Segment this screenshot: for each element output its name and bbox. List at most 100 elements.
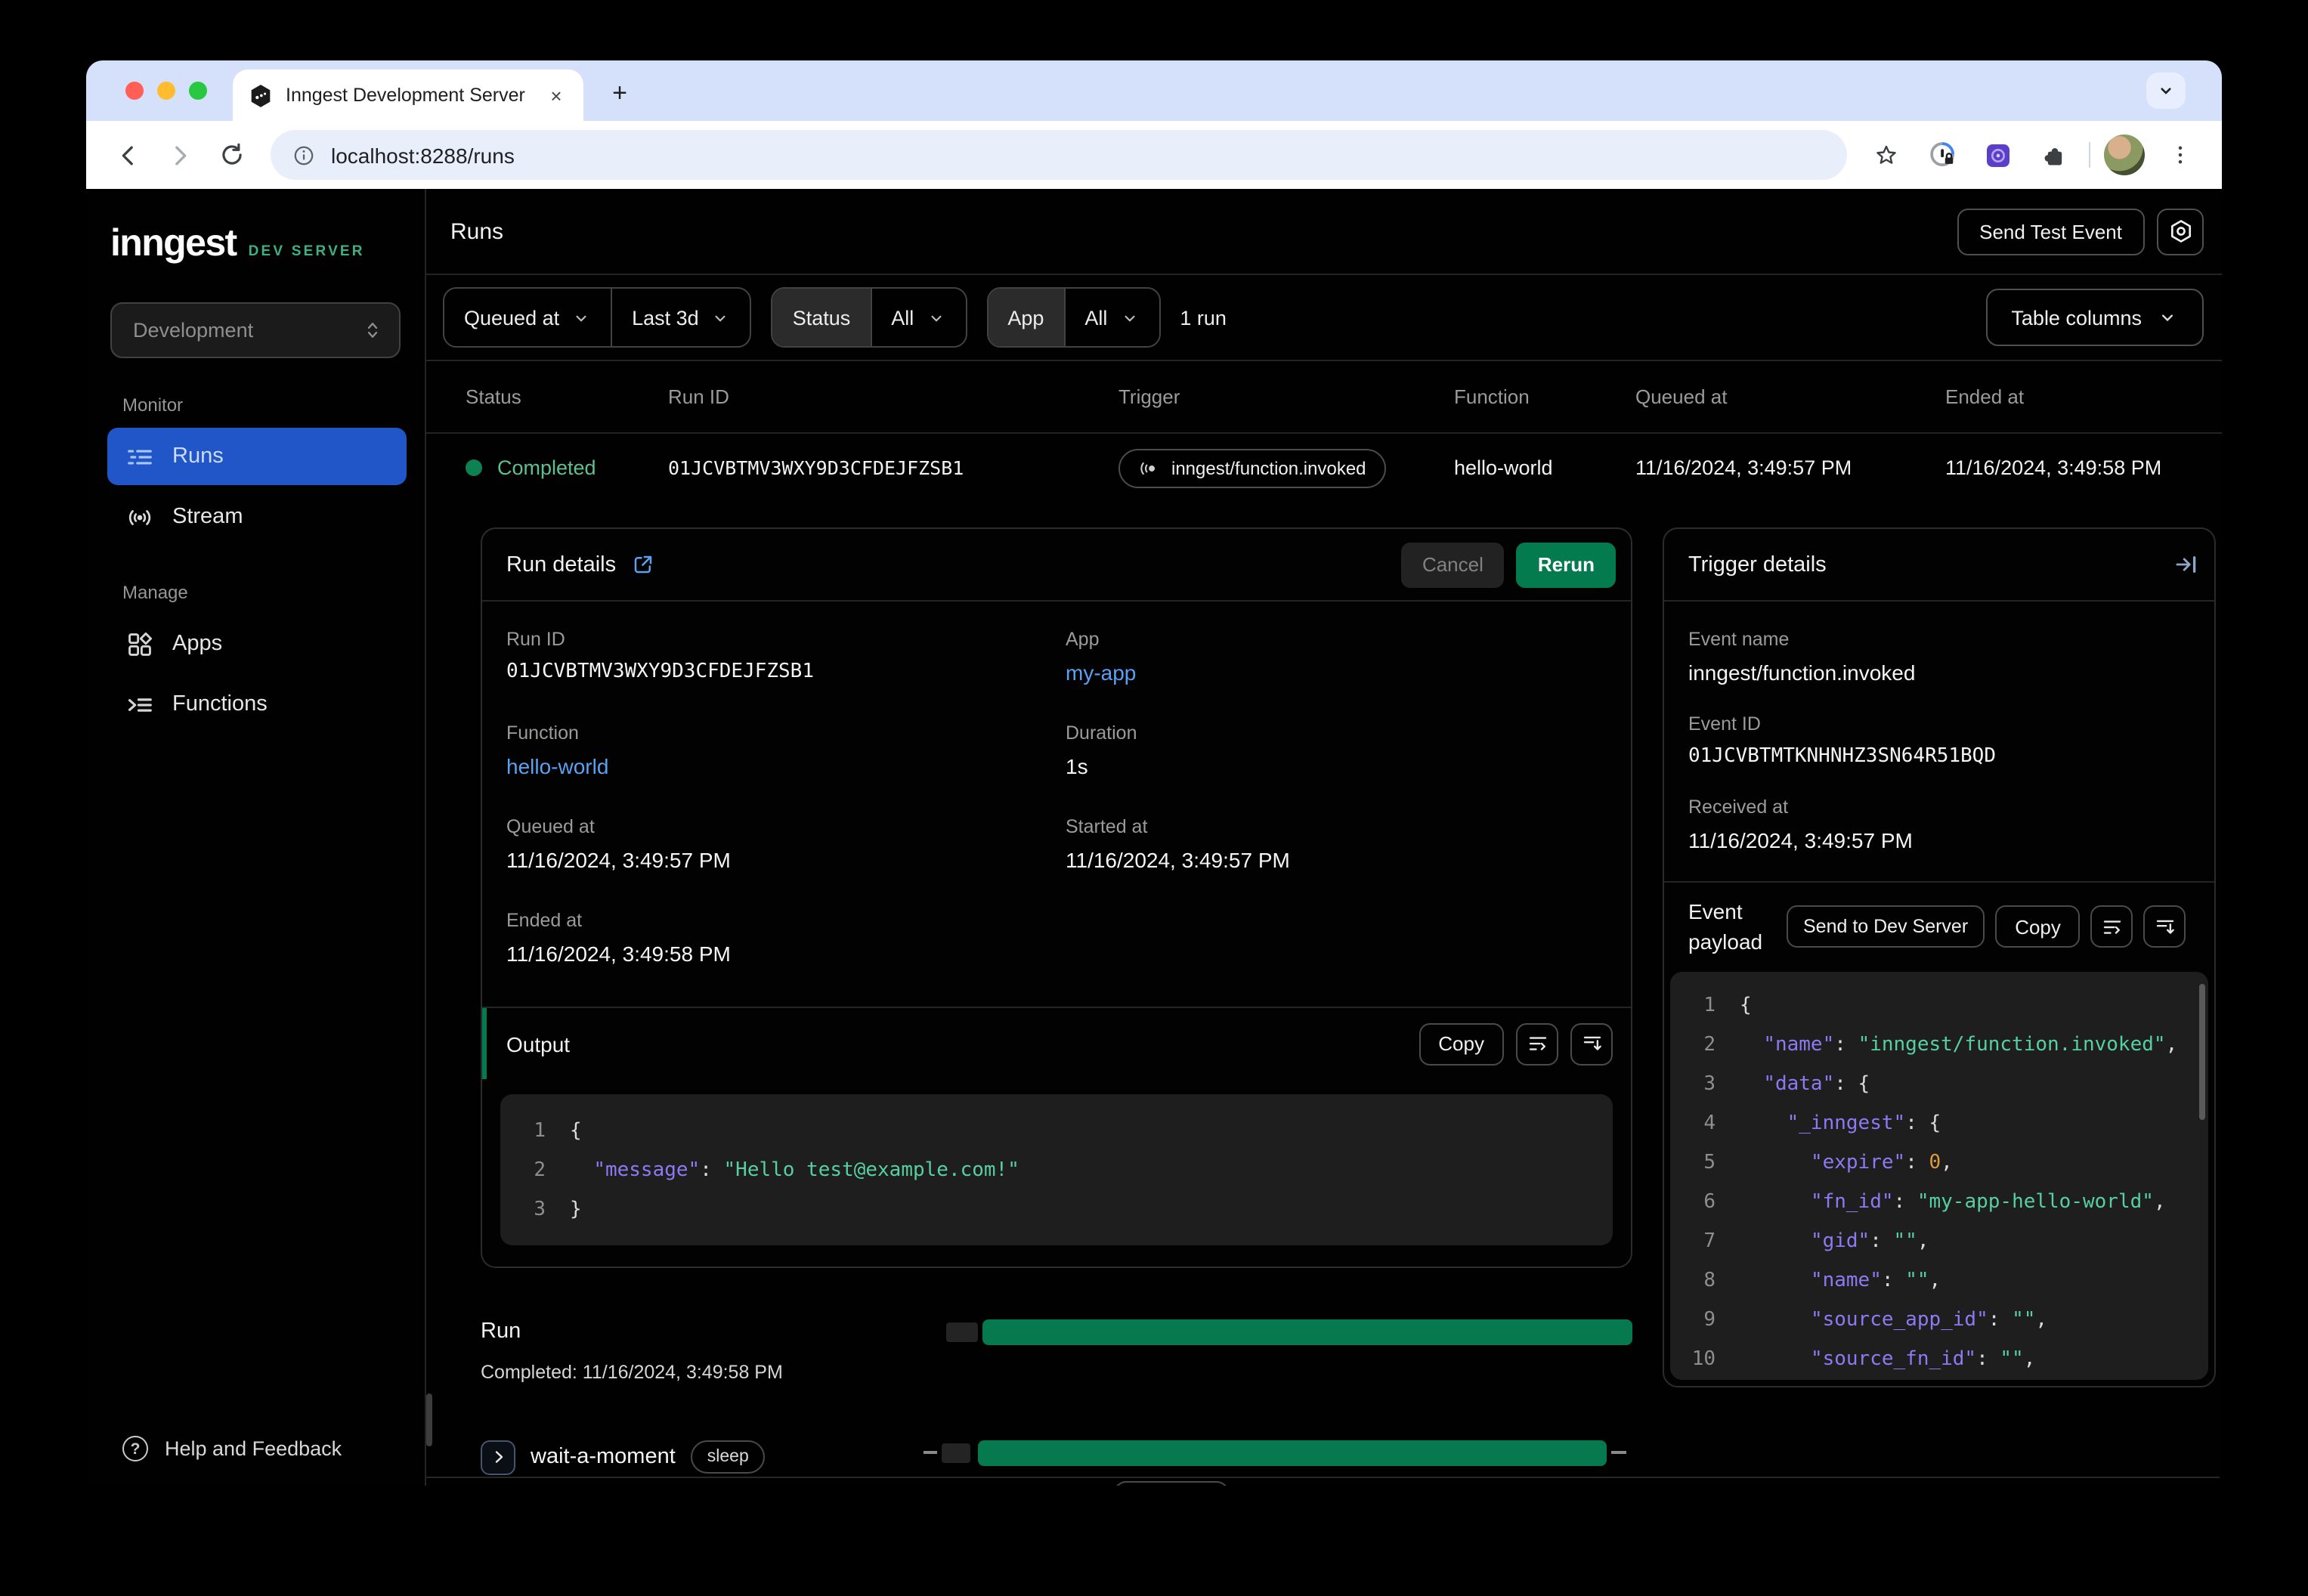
ended-at-value: 11/16/2024, 3:49:58 PM	[506, 942, 731, 966]
app-filter[interactable]: App All	[986, 287, 1161, 348]
bar-run-segment[interactable]	[982, 1319, 1632, 1344]
chevron-down-icon	[930, 314, 941, 321]
field-label: Event name	[1688, 629, 1790, 650]
minimize-window-button[interactable]	[157, 82, 175, 100]
status-filter-label: Status	[772, 289, 871, 346]
expand-step-button[interactable]	[481, 1440, 515, 1474]
cancel-button[interactable]: Cancel	[1400, 542, 1505, 587]
column-header[interactable]: Function	[1454, 385, 1635, 408]
trigger-event-pill[interactable]: inngest/function.invoked	[1118, 448, 1386, 487]
browser-menu-icon[interactable]	[2158, 134, 2201, 176]
environment-select[interactable]: Development	[110, 302, 401, 358]
close-tab-icon[interactable]: ×	[544, 83, 568, 107]
password-manager-extension-icon[interactable]	[1921, 134, 1963, 176]
copy-output-button[interactable]: Copy	[1419, 1022, 1504, 1065]
close-window-button[interactable]	[125, 82, 144, 100]
run-status: Completed	[497, 456, 596, 479]
bar-step-segment[interactable]	[978, 1440, 1607, 1465]
browser-toolbar: localhost:8288/runs	[86, 121, 2222, 189]
column-header[interactable]: Queued at	[1635, 385, 1945, 408]
send-test-event-button[interactable]: Send Test Event	[1957, 208, 2145, 255]
maximize-window-button[interactable]	[189, 82, 207, 100]
monitor-section-label: Monitor	[122, 394, 184, 416]
details-area: Run details Cancel Rerun Run ID 01JCVBTM…	[426, 502, 2222, 1486]
main-footer-divider	[426, 1477, 2222, 1486]
back-icon[interactable]	[107, 134, 150, 176]
settings-gear-button[interactable]	[2157, 208, 2204, 255]
table-columns-button[interactable]: Table columns	[1985, 289, 2204, 346]
rerun-button[interactable]: Rerun	[1516, 542, 1616, 587]
trigger-fields: Event name inngest/function.invoked Even…	[1664, 602, 2214, 881]
output-section: Output Copy 1 {2 "message": "Hello test…	[482, 1007, 1631, 1245]
extensions-puzzle-icon[interactable]	[2033, 134, 2075, 176]
purple-extension-icon[interactable]	[1977, 134, 2019, 176]
bar-dash	[924, 1451, 937, 1454]
status-filter-dropdown[interactable]: All	[870, 289, 965, 346]
sidebar-item-runs[interactable]: Runs	[107, 428, 407, 485]
function-link[interactable]: hello-world	[506, 754, 1047, 778]
scrollbar-thumb[interactable]	[2199, 983, 2205, 1120]
scroll-to-bottom-icon[interactable]	[1570, 1022, 1613, 1065]
column-header[interactable]: Ended at	[1945, 385, 2222, 408]
time-field-dropdown[interactable]: Queued at	[444, 289, 611, 346]
bookmark-star-icon[interactable]	[1865, 134, 1907, 176]
time-range-dropdown[interactable]: Last 3d	[611, 289, 750, 346]
sidebar-item-apps[interactable]: Apps	[107, 615, 407, 673]
sidebar-item-label: Runs	[172, 444, 224, 469]
scrollbar-thumb[interactable]	[426, 1393, 432, 1446]
column-header[interactable]: Trigger	[1118, 385, 1454, 408]
event-id-value: 01JCVBTMTKNHNHZ3SN64R51BQD	[1688, 745, 1996, 768]
run-id: 01JCVBTMV3WXY9D3CFDEJFZSB1	[668, 456, 964, 479]
send-to-dev-server-button[interactable]: Send to Dev Server	[1787, 905, 1985, 948]
sidebar: inngest DEV SERVER Development Monitor R…	[86, 189, 426, 1486]
duration-value: 1s	[1066, 754, 1088, 778]
copy-payload-button[interactable]: Copy	[1995, 905, 2081, 948]
column-header[interactable]: Run ID	[668, 385, 1118, 408]
browser-window: Inngest Development Server × + localhost…	[86, 60, 2222, 1486]
trigger-event-name: inngest/function.invoked	[1171, 457, 1366, 478]
chevron-down-icon	[1124, 314, 1134, 321]
sidebar-item-stream[interactable]: Stream	[107, 488, 407, 546]
filter-bar: Queued at Last 3d Status All App All 1 r…	[426, 275, 2222, 361]
profile-avatar[interactable]	[2104, 135, 2145, 175]
word-wrap-icon[interactable]	[1516, 1022, 1558, 1065]
collapse-panel-icon[interactable]	[2173, 552, 2199, 577]
trigger-details-title: Trigger details	[1688, 552, 1827, 577]
bar-queue-segment	[942, 1443, 970, 1462]
url-text[interactable]: localhost:8288/runs	[331, 143, 515, 167]
window-controls[interactable]	[125, 82, 207, 100]
new-tab-button[interactable]: +	[600, 74, 639, 113]
forward-icon[interactable]	[159, 134, 201, 176]
browser-tab-strip: Inngest Development Server × +	[86, 60, 2222, 121]
help-and-feedback[interactable]: ? Help and Feedback	[122, 1436, 342, 1461]
reload-icon[interactable]	[210, 134, 252, 176]
event-payload-code-block[interactable]: 1{2 "name": "inngest/function.invoked", 3…	[1670, 971, 2208, 1380]
time-filter[interactable]: Queued at Last 3d	[443, 287, 752, 348]
run-details-card: Run details Cancel Rerun Run ID 01JCVBTM…	[481, 527, 1632, 1268]
field-label: App	[1066, 629, 1100, 650]
page-header: Runs Send Test Event	[426, 189, 2222, 275]
word-wrap-icon[interactable]	[2090, 905, 2133, 948]
column-header[interactable]: Status	[466, 385, 668, 408]
browser-tab[interactable]: Inngest Development Server ×	[233, 70, 583, 121]
help-icon: ?	[122, 1436, 148, 1461]
site-info-icon[interactable]	[292, 143, 316, 167]
received-at-value: 11/16/2024, 3:49:57 PM	[1688, 828, 1913, 852]
tab-search-chevron-button[interactable]	[2146, 73, 2186, 109]
run-timeline: Run Completed: 11/16/2024, 3:49:58 PM wa…	[481, 1318, 1632, 1486]
trigger-details-header: Trigger details	[1664, 529, 2214, 602]
run-count: 1 run	[1180, 306, 1227, 329]
status-filter[interactable]: Status All	[771, 287, 967, 348]
page-title: Runs	[450, 218, 504, 244]
table-row[interactable]: Completed 01JCVBTMV3WXY9D3CFDEJFZSB1 inn…	[426, 434, 2222, 502]
app-filter-dropdown[interactable]: All	[1063, 289, 1159, 346]
field-label: Function	[506, 722, 579, 744]
runs-table-header: Status Run ID Trigger Function Queued at…	[426, 361, 2222, 434]
scroll-to-bottom-icon[interactable]	[2143, 905, 2186, 948]
external-link-icon[interactable]	[631, 553, 654, 576]
partial-bottom-button[interactable]	[1114, 1481, 1229, 1486]
chevron-down-icon	[716, 314, 726, 321]
url-bar[interactable]: localhost:8288/runs	[271, 130, 1847, 180]
sidebar-item-functions[interactable]: Functions	[107, 676, 407, 733]
app-link[interactable]: my-app	[1066, 660, 1607, 685]
